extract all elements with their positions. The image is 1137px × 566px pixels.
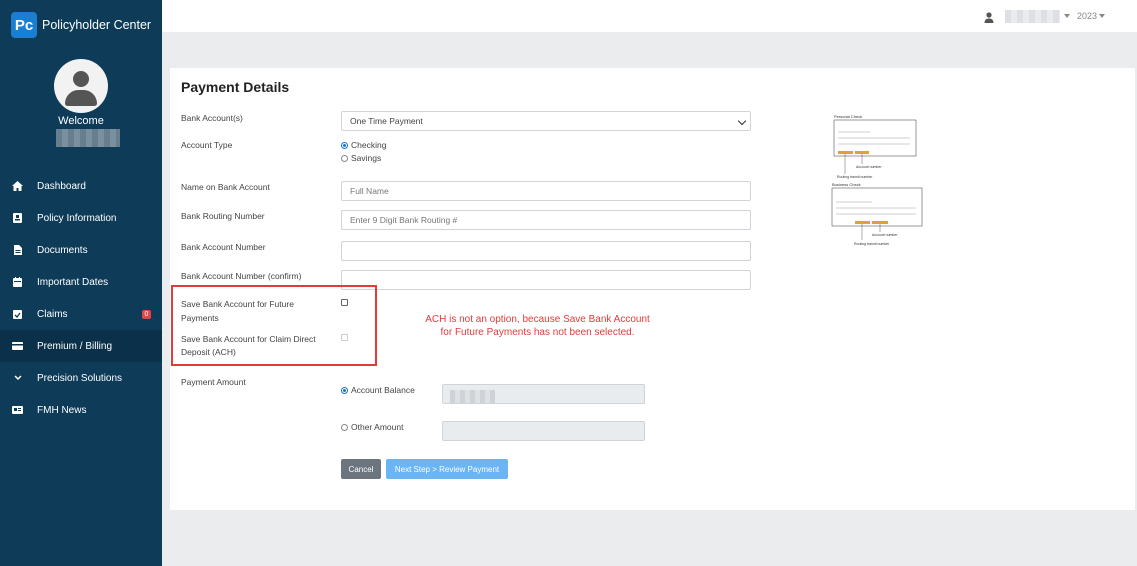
business-check-title: Business Check: [832, 182, 861, 187]
sidebar-item-precision-solutions[interactable]: Precision Solutions: [0, 362, 162, 394]
sidebar-item-dashboard[interactable]: Dashboard: [0, 170, 162, 202]
billing-icon: [12, 341, 23, 352]
savings-radio[interactable]: Savings: [341, 153, 381, 163]
user-menu-caret-icon[interactable]: [1064, 14, 1070, 18]
sidebar-item-claims[interactable]: Claims 0: [0, 298, 162, 330]
account-type-label: Account Type: [181, 140, 233, 150]
account-number-input[interactable]: [341, 241, 751, 261]
sidebar-item-label: Dashboard: [37, 180, 86, 192]
savings-label: Savings: [351, 153, 382, 163]
annotation-line2: for Future Payments has not been selecte…: [440, 327, 635, 338]
top-bar: 2023: [162, 0, 1137, 32]
other-amount-radio[interactable]: Other Amount: [341, 422, 403, 432]
sidebar-item-label: Premium / Billing: [37, 340, 113, 352]
payment-amount-label: Payment Amount: [181, 377, 246, 387]
bank-accounts-select[interactable]: One Time Payment: [341, 111, 751, 131]
check-diagram-image: Personal Check Account number Routing tr…: [831, 114, 923, 246]
chevron-down-icon: [737, 116, 747, 126]
document-icon: [12, 245, 23, 256]
annotation-highlight-box: [171, 285, 377, 366]
sidebar-item-label: Documents: [37, 244, 88, 256]
sidebar-item-label: Claims: [37, 308, 68, 320]
personal-check-title: Personal Check: [834, 114, 862, 119]
account-number-label: Bank Account Number: [181, 242, 266, 252]
app-name: Policyholder Center: [42, 18, 152, 32]
user-menu-redacted[interactable]: [1005, 10, 1060, 23]
home-icon: [12, 181, 23, 192]
sidebar-item-documents[interactable]: Documents: [0, 234, 162, 266]
bank-accounts-value: One Time Payment: [350, 116, 423, 126]
cancel-button[interactable]: Cancel: [341, 459, 381, 479]
radio-unchecked[interactable]: [341, 423, 348, 431]
sidebar-item-label: Important Dates: [37, 276, 109, 288]
radio-unchecked[interactable]: [341, 154, 348, 162]
routing-label: Bank Routing Number: [181, 211, 265, 221]
policy-icon: [12, 213, 23, 224]
business-account-number-caption: Account number: [872, 233, 898, 237]
year-selector[interactable]: 2023: [1077, 11, 1097, 21]
checking-radio[interactable]: Checking: [341, 140, 386, 150]
news-icon: [12, 405, 23, 416]
radio-checked[interactable]: [341, 141, 348, 149]
user-icon[interactable]: [984, 10, 994, 23]
personal-account-number-caption: Account number: [856, 165, 882, 169]
claims-count-badge: 0: [142, 309, 151, 319]
routing-input[interactable]: Enter 9 Digit Bank Routing #: [341, 210, 751, 230]
account-balance-label: Account Balance: [351, 385, 415, 395]
radio-checked[interactable]: [341, 386, 348, 394]
annotation-line1: ACH is not an option, because Save Bank …: [425, 314, 650, 325]
personal-routing-number-caption: Routing transit number: [837, 175, 873, 179]
bank-accounts-label: Bank Account(s): [181, 113, 243, 123]
sidebar: Pc Policyholder Center Welcome Dashboard…: [0, 0, 162, 566]
account-number-confirm-label: Bank Account Number (confirm): [181, 271, 302, 281]
year-caret-icon[interactable]: [1099, 14, 1105, 18]
page-title: Payment Details: [181, 79, 290, 95]
logo: Pc: [11, 12, 37, 38]
sidebar-item-important-dates[interactable]: Important Dates: [0, 266, 162, 298]
calendar-icon: [12, 277, 23, 288]
chevron-down-icon: [12, 373, 23, 384]
name-input[interactable]: Full Name: [341, 181, 751, 201]
name-label: Name on Bank Account: [181, 182, 270, 192]
business-routing-number-caption: Routing transit number: [854, 242, 890, 246]
avatar: [54, 59, 108, 113]
clipboard-icon: [12, 309, 23, 320]
sidebar-item-label: FMH News: [37, 404, 87, 416]
annotation-text: ACH is not an option, because Save Bank …: [405, 313, 670, 339]
other-amount-input[interactable]: [442, 421, 645, 441]
account-balance-redacted: [450, 390, 495, 403]
checking-label: Checking: [351, 140, 387, 150]
next-step-button[interactable]: Next Step > Review Payment: [386, 459, 508, 479]
welcome-text: Welcome: [58, 115, 104, 127]
user-name-redacted: [56, 129, 120, 147]
sidebar-item-premium-billing[interactable]: Premium / Billing: [0, 330, 162, 362]
brand[interactable]: Pc Policyholder Center: [11, 12, 151, 38]
account-number-confirm-input[interactable]: [341, 270, 751, 290]
account-balance-radio[interactable]: Account Balance: [341, 385, 415, 395]
sidebar-item-fmh-news[interactable]: FMH News: [0, 394, 162, 426]
sidebar-item-policy-information[interactable]: Policy Information: [0, 202, 162, 234]
sidebar-item-label: Precision Solutions: [37, 372, 123, 384]
sidebar-item-label: Policy Information: [37, 212, 117, 224]
other-amount-label: Other Amount: [351, 422, 404, 432]
